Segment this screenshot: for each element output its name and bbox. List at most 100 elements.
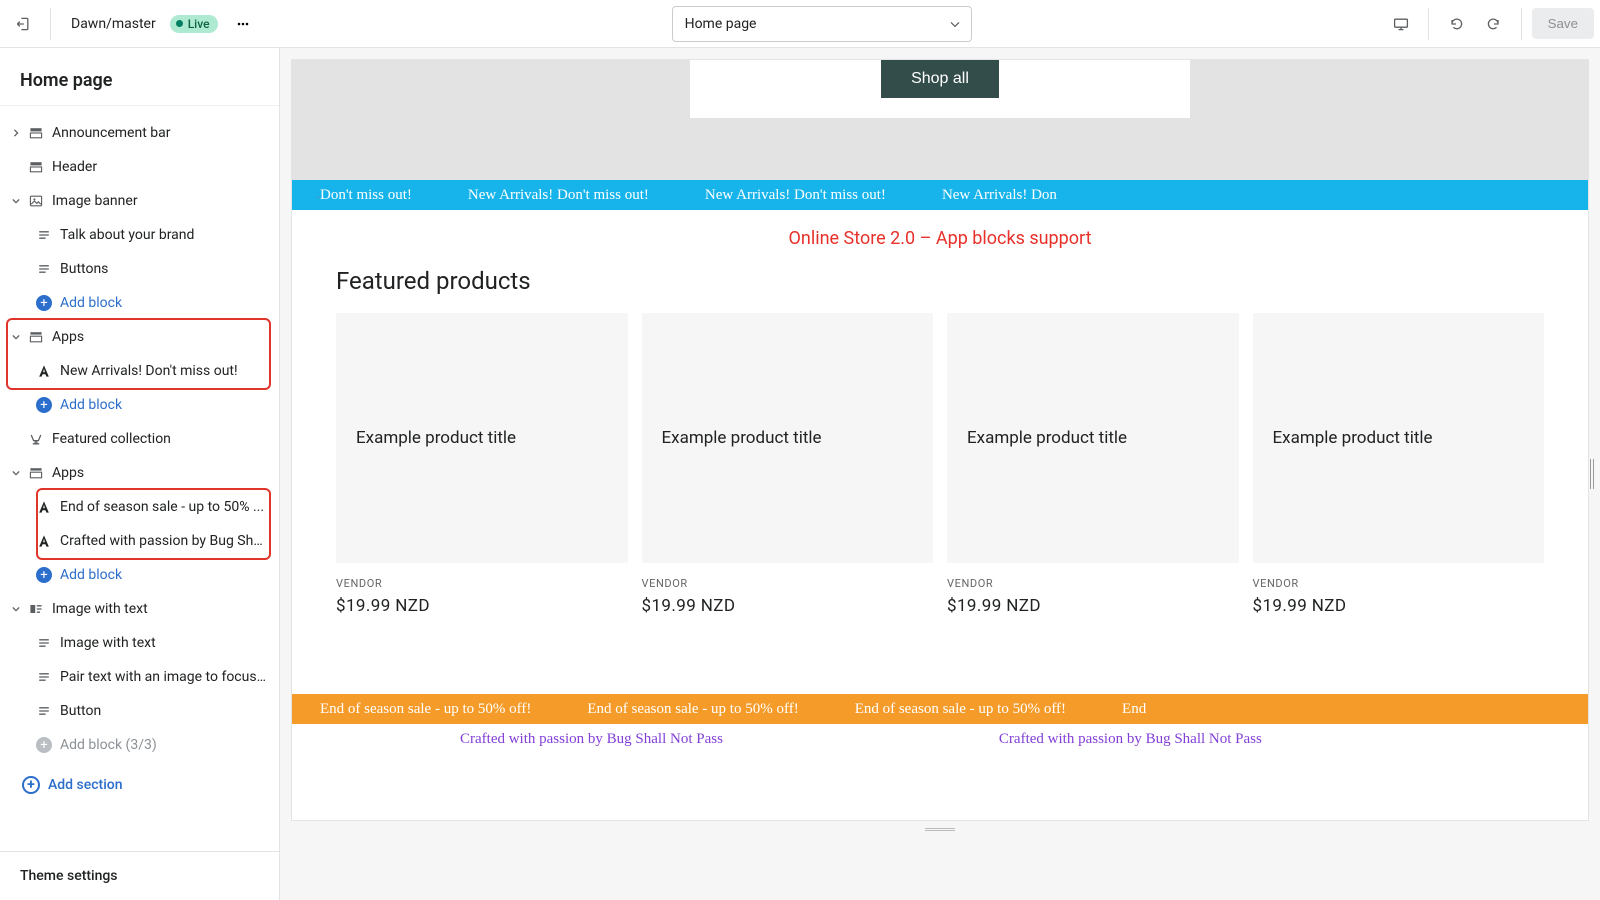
section-label: Header <box>46 159 269 175</box>
product-image-placeholder: Example product title <box>336 313 628 563</box>
theme-name: Dawn/master <box>61 16 166 32</box>
preview-canvas: Shop all Don't miss out! New Arrivals! D… <box>292 60 1588 820</box>
add-block-button[interactable]: +Add block <box>0 388 279 422</box>
redo-button[interactable] <box>1477 7 1511 41</box>
featured-products-title: Featured products <box>292 255 1588 313</box>
section-icon <box>26 329 46 345</box>
section-label: Apps <box>46 329 269 345</box>
marquee-banner-orange: End of season sale - up to 50% off! End … <box>292 694 1588 724</box>
product-image-placeholder: Example product title <box>947 313 1239 563</box>
banner-text: End of season sale - up to 50% off! <box>559 701 826 718</box>
block-icon <box>34 669 54 685</box>
section-label: Image with text <box>46 601 269 617</box>
undo-button[interactable] <box>1439 7 1473 41</box>
sidebar-block[interactable]: Image with text <box>0 626 279 660</box>
sidebar-block[interactable]: Buttons <box>0 252 279 286</box>
sidebar-section[interactable]: Image with text <box>0 592 279 626</box>
plus-circle-icon: + <box>22 776 40 794</box>
block-icon <box>34 533 54 549</box>
product-price: $19.99 NZD <box>1253 596 1545 616</box>
save-button[interactable]: Save <box>1532 8 1594 39</box>
caret-icon <box>6 125 26 141</box>
section-label: Featured collection <box>46 431 269 447</box>
theme-settings-link[interactable]: Theme settings <box>0 851 279 900</box>
sidebar-section[interactable]: Header <box>0 150 279 184</box>
section-icon <box>26 431 46 447</box>
add-block-button[interactable]: +Add block <box>0 286 279 320</box>
separator <box>1521 8 1522 40</box>
banner-text: New Arrivals! Don't miss out! <box>677 187 914 204</box>
sidebar-title: Home page <box>0 48 279 106</box>
add-section-button[interactable]: + Add section <box>0 762 279 808</box>
add-block-button[interactable]: +Add block <box>0 558 279 592</box>
exit-icon <box>15 16 31 32</box>
dots-horizontal-icon <box>235 16 251 32</box>
banner-text: Crafted with passion by Bug Shall Not Pa… <box>432 731 751 748</box>
add-block-label: Add block <box>54 397 269 413</box>
sidebar-block[interactable]: Talk about your brand <box>0 218 279 252</box>
banner-text: End of season sale - up to 50% off! <box>827 701 1094 718</box>
sidebar-section-list[interactable]: Announcement bar Header Image bannerTalk a… <box>0 106 279 851</box>
sidebar-block[interactable]: Crafted with passion by Bug Sha... <box>0 524 279 558</box>
sidebar-block[interactable]: Button <box>0 694 279 728</box>
section-icon <box>26 465 46 481</box>
caret-icon <box>6 465 26 481</box>
sidebar-section[interactable]: Apps <box>0 320 279 354</box>
undo-icon <box>1448 16 1464 32</box>
marquee-banner-blue: Don't miss out! New Arrivals! Don't miss… <box>292 180 1588 210</box>
section-label: Announcement bar <box>46 125 269 141</box>
sidebar-block[interactable]: Pair text with an image to focus ... <box>0 660 279 694</box>
plus-icon: + <box>34 567 54 583</box>
banner-text: End of season sale - up to 50% off! <box>292 701 559 718</box>
resize-handle-right[interactable] <box>1590 459 1600 489</box>
block-icon <box>34 363 54 379</box>
block-icon <box>34 499 54 515</box>
sidebar-block[interactable]: End of season sale - up to 50% ... <box>0 490 279 524</box>
shop-all-button[interactable]: Shop all <box>881 60 999 98</box>
block-icon <box>34 703 54 719</box>
live-badge: Live <box>170 15 218 33</box>
plus-icon: + <box>34 397 54 413</box>
product-card[interactable]: Example product title VENDOR $19.99 NZD <box>947 313 1239 616</box>
exit-button[interactable] <box>6 7 40 41</box>
block-label: Button <box>54 703 269 719</box>
section-icon <box>26 193 46 209</box>
sidebar-section[interactable]: Featured collection <box>0 422 279 456</box>
caret-down-icon <box>947 16 963 32</box>
add-section-label: Add section <box>48 777 123 793</box>
sidebar-section[interactable]: Apps <box>0 456 279 490</box>
banner-text: New Arrivals! Don <box>914 187 1085 204</box>
section-label: Apps <box>46 465 269 481</box>
block-icon <box>34 261 54 277</box>
page-select[interactable]: Home page <box>672 6 972 42</box>
product-card[interactable]: Example product title VENDOR $19.99 NZD <box>642 313 934 616</box>
banner-text: New Arrivals! Don't miss out! <box>440 187 677 204</box>
separator <box>50 8 51 40</box>
plus-icon: + <box>34 295 54 311</box>
live-dot-icon <box>176 20 183 27</box>
add-block-label: Add block <box>54 567 269 583</box>
hero-section: Shop all <box>292 60 1588 180</box>
caret-icon <box>6 601 26 617</box>
page-select-label: Home page <box>685 16 757 32</box>
block-label: New Arrivals! Don't miss out! <box>54 363 269 379</box>
redo-icon <box>1486 16 1502 32</box>
sidebar-section[interactable]: Announcement bar <box>0 116 279 150</box>
product-card[interactable]: Example product title VENDOR $19.99 NZD <box>336 313 628 616</box>
add-block-label: Add block <box>54 295 269 311</box>
product-card[interactable]: Example product title VENDOR $19.99 NZD <box>1253 313 1545 616</box>
product-vendor: VENDOR <box>336 563 628 596</box>
product-price: $19.99 NZD <box>336 596 628 616</box>
product-vendor: VENDOR <box>947 563 1239 596</box>
top-toolbar: Dawn/master Live Home page Save <box>0 0 1600 48</box>
product-image-placeholder: Example product title <box>1253 313 1545 563</box>
section-icon <box>26 601 46 617</box>
sidebar: Home page Announcement bar Header Image ba… <box>0 48 280 900</box>
more-actions-button[interactable] <box>226 7 260 41</box>
sidebar-block[interactable]: New Arrivals! Don't miss out! <box>0 354 279 388</box>
add-block-label: Add block (3/3) <box>54 737 269 753</box>
viewport-desktop-button[interactable] <box>1384 7 1418 41</box>
resize-handle-bottom[interactable] <box>292 820 1588 838</box>
block-icon <box>34 635 54 651</box>
sidebar-section[interactable]: Image banner <box>0 184 279 218</box>
